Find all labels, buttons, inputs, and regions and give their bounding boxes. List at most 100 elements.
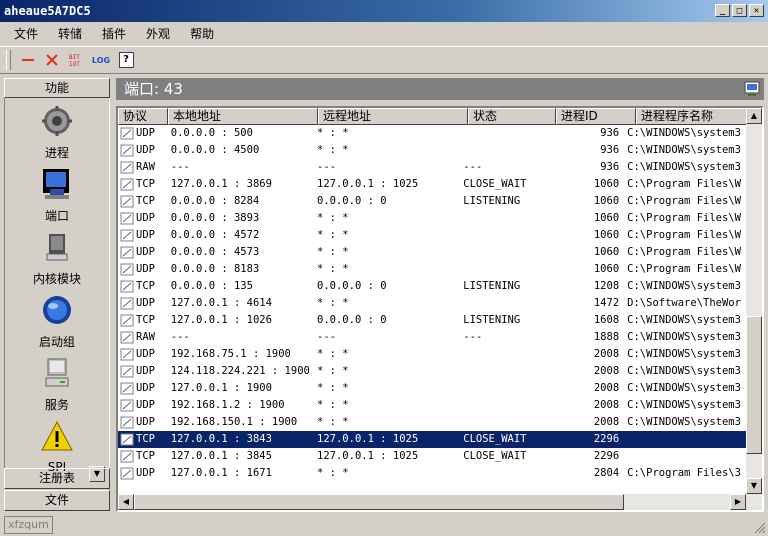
cell-protocol: UDP [118,210,167,227]
cell-protocol: UDP [118,261,167,278]
registry-button[interactable]: 注册表 [4,468,110,489]
scroll-left-button[interactable]: ◀ [118,494,134,510]
cell-local-address: 0.0.0.0 : 3893 [170,212,260,224]
table-row[interactable]: RAW --- --- --- 1888 C:\WINDOWS\system3 [118,329,746,346]
nav-startup[interactable]: 启动组 [5,293,109,350]
cell-remote-address: 127.0.0.1 : 1025 [317,433,419,445]
cell-process-path: C:\WINDOWS\system3 [627,314,741,326]
nav-services[interactable]: 服务 [5,356,109,413]
minimize-button[interactable]: _ [715,4,730,17]
col-remote-address[interactable]: 远程地址 [318,108,468,125]
vertical-scroll-thumb[interactable] [746,316,762,454]
col-protocol[interactable]: 协议 [118,108,168,125]
connection-icon [120,399,134,412]
cell-pid: 2296 [593,450,620,462]
table-row[interactable]: UDP 192.168.1.2 : 1900 * : * 2008 C:\WINDOWS… [118,397,746,414]
svg-text:IOT: IOT [69,61,80,68]
cell-state [459,142,545,159]
horizontal-scroll-thumb[interactable] [134,494,624,510]
cell-local-address: 127.0.0.1 : 3843 [170,433,272,445]
vertical-scrollbar[interactable]: ▲ ▼ [746,108,762,494]
cell-remote-address: * : * [317,382,349,394]
cell-pid: 936 [600,161,620,173]
cell-protocol: TCP [118,278,167,295]
table-row[interactable]: TCP 127.0.0.1 : 1026 0.0.0.0 : 0 LISTENING 1… [118,312,746,329]
table-row[interactable]: UDP 0.0.0.0 : 500 * : * 936 C:\WINDOWS\syste… [118,125,746,142]
table-row[interactable]: UDP 0.0.0.0 : 4572 * : * 1060 C:\Program Fil… [118,227,746,244]
minus-button[interactable] [17,49,39,71]
scroll-up-button[interactable]: ▲ [746,108,762,124]
menu-help[interactable]: 帮助 [184,24,220,44]
binary-button[interactable]: BIT IOT [65,49,87,71]
col-local-address[interactable]: 本地地址 [168,108,318,125]
ports-header: 端口: 43 [116,78,764,100]
close-button[interactable]: ✕ [749,4,764,17]
table-row[interactable]: UDP 192.168.150.1 : 1900 * : * 2008 C:\WINDO… [118,414,746,431]
nav-kernel-modules[interactable]: 内核模块 [5,230,109,287]
nav-processes[interactable]: 进程 [5,104,109,161]
help-button[interactable]: ? [115,49,137,71]
delete-button[interactable] [41,49,63,71]
menu-plugins[interactable]: 插件 [96,24,132,44]
table-row[interactable]: TCP 127.0.0.1 : 3869 127.0.0.1 : 1025 CLOSE… [118,176,746,193]
table-row[interactable]: UDP 124.118.224.221 : 1900 * : * 2008 C:\WIN… [118,363,746,380]
scroll-down-button[interactable]: ▼ [746,478,762,494]
connection-icon [120,348,134,361]
table-row[interactable]: UDP 127.0.0.1 : 1671 * : * 2804 C:\Program F… [118,465,746,482]
cell-pid: 1060 [593,178,620,190]
binary-icon: BIT IOT [69,54,80,68]
cell-state [459,125,545,142]
table-row[interactable]: TCP 127.0.0.1 : 3845 127.0.0.1 : 1025 CLOSE… [118,448,746,465]
table-row[interactable]: UDP 0.0.0.0 : 8183 * : * 1060 C:\Program Fil… [118,261,746,278]
connection-icon [120,365,134,378]
menu-file[interactable]: 文件 [8,24,44,44]
nav-processes-label: 进程 [44,146,69,160]
cell-local-address: 192.168.75.1 : 1900 [170,348,291,360]
table-row[interactable]: UDP 0.0.0.0 : 4500 * : * 936 C:\WINDOWS\syst… [118,142,746,159]
nav-startup-label: 启动组 [38,335,75,349]
table-row[interactable]: TCP 0.0.0.0 : 135 0.0.0.0 : 0 LISTENING 1208… [118,278,746,295]
cell-local-address: 0.0.0.0 : 8183 [170,263,260,275]
cell-protocol: RAW [118,159,167,176]
protocol-text: TCP [136,195,155,207]
table-row[interactable]: UDP 127.0.0.1 : 1900 * : * 2008 C:\WINDOWS\s… [118,380,746,397]
table-row[interactable]: TCP 127.0.0.1 : 3843 127.0.0.1 : 1025 CLOSE… [118,431,746,448]
cell-pid: 2008 [593,348,620,360]
connection-icon [120,297,134,310]
cell-process-path: C:\WINDOWS\system3 [627,280,741,292]
resize-grip-icon[interactable] [754,522,766,534]
cell-state: CLOSE_WAIT [463,450,527,462]
cell-remote-address: * : * [317,416,349,428]
table-row[interactable]: UDP 0.0.0.0 : 4573 * : * 1060 C:\Program Fil… [118,244,746,261]
cell-pid: 936 [600,144,620,156]
cell-protocol: UDP [118,227,167,244]
table-row[interactable]: UDP 192.168.75.1 : 1900 * : * 2008 C:\WINDOW… [118,346,746,363]
cell-state [459,414,545,431]
connection-icon [120,382,134,395]
maximize-button[interactable]: □ [732,4,747,17]
table-row[interactable]: UDP 0.0.0.0 : 3893 * : * 1060 C:\Program Fil… [118,210,746,227]
menu-dump[interactable]: 转储 [52,24,88,44]
cell-protocol: UDP [118,125,167,142]
files-button[interactable]: 文件 [4,490,110,511]
nav-ports[interactable]: 端口 [5,167,109,224]
table-row[interactable]: UDP 127.0.0.1 : 4614 * : * 1472 D:\Software\… [118,295,746,312]
menu-appearance[interactable]: 外观 [140,24,176,44]
table-row[interactable]: TCP 0.0.0.0 : 8284 0.0.0.0 : 0 LISTENING 106… [118,193,746,210]
table-row[interactable]: RAW --- --- --- 936 C:\WINDOWS\system3 [118,159,746,176]
horizontal-scrollbar[interactable]: ◀ ▶ [118,494,762,510]
col-pid[interactable]: 进程ID [556,108,636,125]
cell-local-address: --- [170,161,190,173]
log-button[interactable]: LOG [89,49,113,71]
panel-computer-icon[interactable] [744,81,760,97]
scroll-right-button[interactable]: ▶ [730,494,746,510]
nav-ports-label: 端口 [44,209,69,223]
ports-list[interactable]: 协议 本地地址 远程地址 状态 进程ID 进程程序名称 UDP 0.0.0.0 :… [116,106,764,512]
nav-kernel-modules-label: 内核模块 [32,272,81,286]
cell-pid: 1208 [593,280,620,292]
connection-icon [120,263,134,276]
function-panel-header[interactable]: 功能 [4,78,110,98]
cell-local-address: 127.0.0.1 : 1900 [170,382,272,394]
col-process-path[interactable]: 进程程序名称 [636,108,762,125]
col-state[interactable]: 状态 [468,108,556,125]
